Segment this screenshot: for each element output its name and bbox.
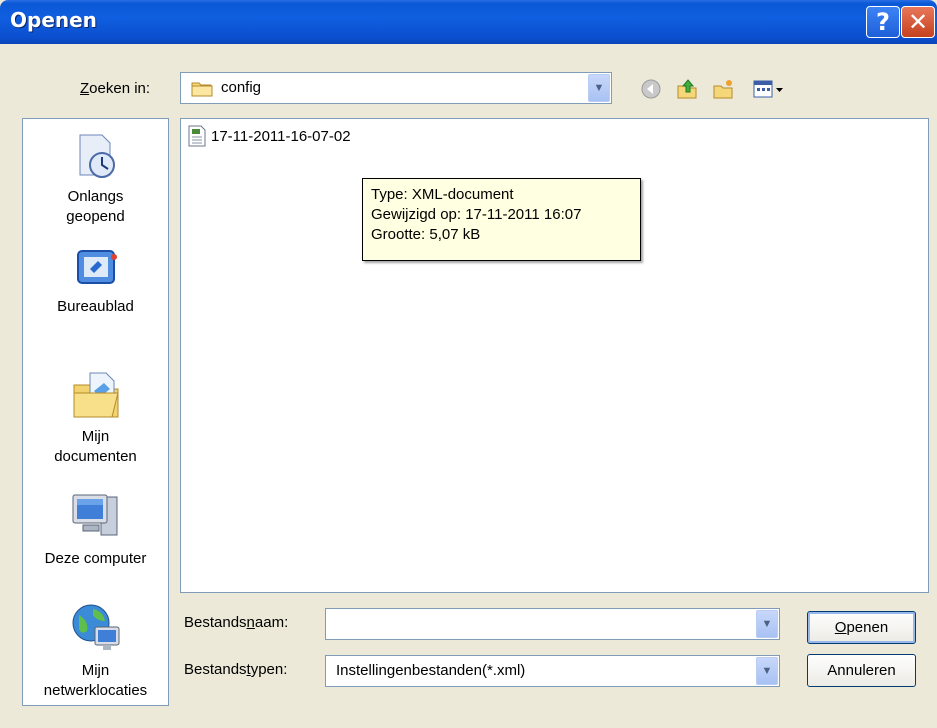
tooltip-type: Type: XML-document — [371, 186, 514, 203]
open-button[interactable]: Openen — [807, 611, 916, 644]
tooltip-modified: Gewijzigd op: 17-11-2011 16:07 — [371, 206, 582, 223]
place-recent[interactable]: Onlangs geopend — [23, 133, 168, 227]
place-label: Mijn — [81, 428, 110, 445]
place-my-computer[interactable]: Deze computer — [23, 491, 168, 569]
place-label: Onlangs — [67, 188, 124, 205]
filetype-label: Bestandstypen: — [184, 661, 288, 678]
place-label: Bureaublad — [57, 298, 134, 315]
help-button[interactable]: ? — [866, 6, 900, 38]
network-places-icon — [72, 604, 119, 650]
places-bar: Onlangs geopend Bureaublad Mijn document… — [22, 118, 169, 706]
window-title: Openen — [10, 8, 97, 32]
filename-label: Bestandsnaam: — [184, 614, 289, 631]
filetype-value: Instellingenbestanden(*.xml) — [336, 662, 526, 679]
new-folder-icon[interactable] — [712, 78, 734, 100]
file-item[interactable]: 17-11-2011-16-07-02 — [187, 125, 351, 147]
look-in-dropdown[interactable]: config ▼ — [180, 72, 612, 104]
back-icon[interactable] — [640, 78, 662, 100]
look-in-dropdown-arrow[interactable]: ▼ — [588, 74, 610, 102]
place-label: documenten — [54, 448, 137, 465]
up-folder-icon[interactable] — [676, 78, 698, 100]
folder-icon — [191, 82, 213, 97]
file-name: 17-11-2011-16-07-02 — [211, 127, 351, 145]
cancel-button[interactable]: Annuleren — [807, 654, 916, 687]
desktop-icon — [76, 250, 117, 284]
place-network[interactable]: Mijn netwerklocaties — [23, 601, 168, 701]
place-desktop[interactable]: Bureaublad — [23, 247, 168, 317]
place-label: Deze computer — [44, 550, 147, 567]
filetype-dropdown[interactable]: Instellingenbestanden(*.xml) ▼ — [325, 655, 780, 687]
my-documents-icon — [73, 372, 119, 418]
view-menu-icon[interactable] — [752, 78, 786, 100]
filetype-dropdown-arrow[interactable]: ▼ — [756, 657, 778, 685]
tooltip-size: Grootte: 5,07 kB — [371, 226, 481, 243]
xml-file-icon — [188, 125, 206, 147]
place-my-documents[interactable]: Mijn documenten — [23, 371, 168, 467]
look-in-label: Zoeken in: — [80, 80, 151, 97]
look-in-value: config — [221, 79, 262, 96]
filename-dropdown-arrow[interactable]: ▼ — [756, 610, 778, 638]
title-bar[interactable]: Openen ? ✕ — [0, 0, 937, 44]
my-computer-icon — [72, 494, 117, 536]
filename-input[interactable]: ▼ — [325, 608, 780, 640]
place-label: geopend — [66, 208, 125, 225]
close-button[interactable]: ✕ — [901, 6, 935, 38]
recent-icon — [79, 134, 115, 178]
place-label: Mijn — [81, 662, 110, 679]
file-info-tooltip: Type: XML-document Gewijzigd op: 17-11-2… — [362, 178, 641, 261]
place-label: netwerklocaties — [43, 682, 148, 699]
